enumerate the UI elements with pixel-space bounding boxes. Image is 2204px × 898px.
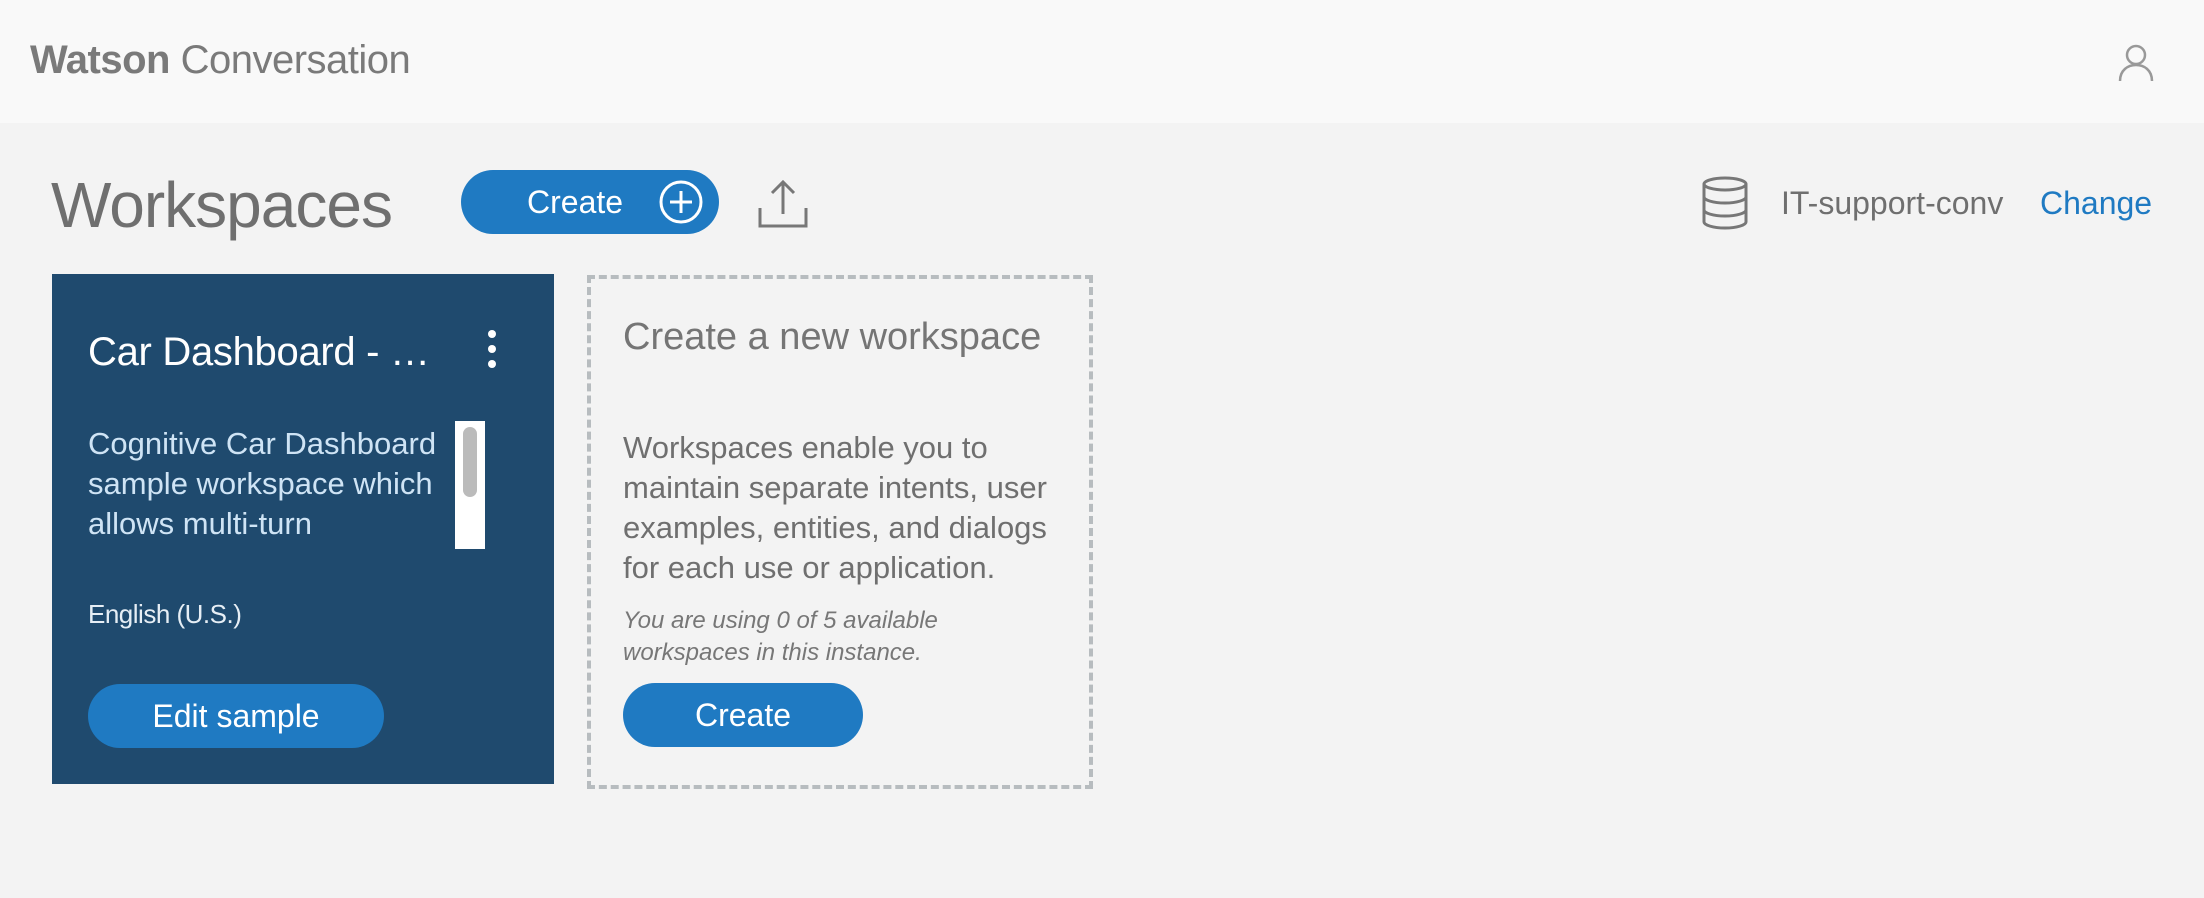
user-icon[interactable]	[2118, 43, 2154, 83]
change-instance-link[interactable]: Change	[2040, 185, 2152, 222]
workspace-title: Car Dashboard - …	[88, 330, 430, 374]
plus-circle-icon	[659, 180, 703, 224]
workspace-language: English (U.S.)	[88, 599, 242, 629]
app-brand: Watson Conversation	[30, 38, 411, 83]
brand-light: Conversation	[180, 38, 411, 82]
new-workspace-card: Create a new workspace Workspaces enable…	[587, 275, 1093, 789]
brand-bold: Watson	[30, 38, 170, 82]
new-workspace-description: Workspaces enable you to maintain separa…	[623, 430, 1047, 585]
create-button-label: Create	[527, 184, 624, 220]
scrollbar-thumb[interactable]	[463, 427, 477, 497]
overflow-menu-icon[interactable]	[484, 330, 500, 376]
instance-name: IT-support-conv	[1781, 185, 2004, 221]
workspace-card[interactable]: Car Dashboard - … Cognitive Car Dashboar…	[52, 274, 554, 784]
top-bar: Watson Conversation	[0, 0, 2204, 123]
database-icon	[1702, 176, 1748, 230]
new-workspace-create-button[interactable]: Create	[623, 683, 863, 747]
workspace-usage-note: You are using 0 of 5 available workspace…	[623, 607, 938, 666]
upload-icon[interactable]	[757, 178, 809, 230]
edit-sample-button[interactable]: Edit sample	[88, 684, 384, 748]
page-title: Workspaces	[51, 169, 393, 241]
workspace-description: Cognitive Car Dashboard sample workspace…	[88, 426, 437, 541]
new-workspace-title: Create a new workspace	[623, 316, 1042, 358]
create-workspace-button[interactable]: Create	[461, 170, 719, 234]
description-scrollbar[interactable]	[455, 421, 485, 549]
